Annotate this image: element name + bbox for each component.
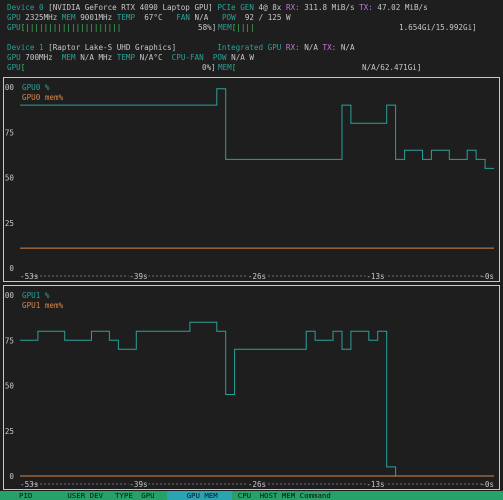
y-tick-label: 100 xyxy=(4,83,14,92)
x-tick-label: -39s xyxy=(129,480,147,489)
device0-temp-value: 67°C xyxy=(144,13,163,22)
col-dev[interactable]: DEV xyxy=(90,491,103,500)
device0-rx-label: RX: xyxy=(285,3,300,12)
device0-gen-label: GEN xyxy=(240,3,254,12)
col-user[interactable]: USER xyxy=(67,491,85,500)
device1-integrated-label: Integrated GPU xyxy=(217,43,282,52)
y-tick-label: 50 xyxy=(5,174,15,183)
y-tick-label: 0 xyxy=(9,264,14,273)
device0-util-bar: GPU[||||||||||||||||||||| xyxy=(7,23,121,33)
y-tick-label: 0 xyxy=(9,472,14,481)
device1-util-bar: GPU[ xyxy=(7,63,25,73)
col-pid[interactable]: PID xyxy=(19,491,32,500)
device1-title-line: Device 1 [Raptor Lake-S UHD Graphics] In… xyxy=(7,43,355,53)
gpu0-history-panel: 100 75 50 25 0 -53s -39s -26s -13s -0s GPU0 %GPU0 … xyxy=(3,77,500,282)
device0-fan-label: FAN xyxy=(176,13,190,22)
device1-temp-label: TEMP xyxy=(116,53,136,62)
device1-gpu-clock: 700MHz xyxy=(25,53,53,62)
device1-cpufan-label: CPU-FAN xyxy=(171,53,204,62)
device0-pow-label: POW xyxy=(221,13,236,22)
device0-util-bars: [||||||||||||||||||||| xyxy=(20,23,122,32)
device1-mem-bar-label: MEM xyxy=(218,63,232,72)
x-tick-label: -0s xyxy=(480,272,494,281)
legend-label: GPU0 % xyxy=(22,83,50,92)
y-tick-label: 25 xyxy=(5,427,14,436)
device0-mem-bars: [|||| xyxy=(231,23,255,32)
y-tick-label: 50 xyxy=(5,382,15,391)
device0-name: [NVIDIA GeForce RTX 4090 Laptop GPU] xyxy=(48,3,213,12)
device1-tx-value: N/A xyxy=(340,43,355,52)
device0-rx-value: 311.8 MiB/s xyxy=(304,3,355,12)
device1-pow-label: POW xyxy=(212,53,227,62)
device0-gpu-label: GPU xyxy=(7,13,21,22)
device0-temp-label: TEMP xyxy=(116,13,136,22)
x-tick-label: -0s xyxy=(480,480,494,489)
device0-mem-bar: MEM[|||| xyxy=(218,23,255,33)
x-tick-label: -13s xyxy=(366,480,384,489)
device0-util-label: GPU xyxy=(7,23,21,32)
process-table-header[interactable]: PID USER DEV TYPE GPU GPU MEM CPU HOST MEM C… xyxy=(0,491,503,500)
gpu0-history-chart: 100 75 50 25 0 -53s -39s -26s -13s -0s GPU0 %GPU0 … xyxy=(4,83,499,281)
device0-mem-label: MEM xyxy=(61,13,76,22)
series-line-gpu0- xyxy=(20,88,494,169)
col-gpu-mem-label: GPU MEM xyxy=(186,491,218,500)
x-tick-label: -53s xyxy=(20,272,38,281)
device1-stats-line: GPU 700MHz MEM N/A MHz TEMP N/A°C CPU-FA… xyxy=(7,53,254,63)
device1-util-value: 0%] xyxy=(202,63,216,72)
device1-temp-value: N/A°C xyxy=(139,53,163,62)
device0-label: Device 0 xyxy=(7,3,44,12)
device1-mem-clock: N/A MHz xyxy=(80,53,113,62)
device1-rx-label: RX: xyxy=(285,43,300,52)
legend-label: GPU0 mem% xyxy=(22,93,64,102)
device0-gpu-clock: 2325MHz xyxy=(25,13,58,22)
device1-mem-bar: MEM[ xyxy=(218,63,236,73)
device0-pow-value: 92 / 125 W xyxy=(244,13,291,22)
device0-fan-value: N/A xyxy=(194,13,209,22)
device1-label: Device 1 xyxy=(7,43,44,52)
x-tick-label: -26s xyxy=(248,480,266,489)
col-gpu[interactable]: GPU xyxy=(141,491,154,500)
gpu1-history-chart: 100 75 50 25 0 -53s -39s -26s -13s -0s GPU1 %GPU1 … xyxy=(4,291,499,489)
device0-tx-value: 47.02 MiB/s xyxy=(377,3,428,12)
col-cpu[interactable]: CPU xyxy=(238,491,251,500)
device1-mem-label: MEM xyxy=(61,53,76,62)
device0-util-value: 58%] xyxy=(198,23,217,32)
col-type[interactable]: TYPE xyxy=(115,491,133,500)
device0-tx-label: TX: xyxy=(359,3,373,12)
device1-tx-label: TX: xyxy=(322,43,337,52)
device0-gen-value: 4@ 8x xyxy=(258,3,282,12)
device1-name: [Raptor Lake-S UHD Graphics] xyxy=(48,43,177,52)
device1-mem-bars: [ xyxy=(231,63,237,72)
device1-rx-value: N/A xyxy=(304,43,318,52)
device1-util-label: GPU xyxy=(7,63,21,72)
device0-mem-bar-label: MEM xyxy=(218,23,232,32)
col-host-mem[interactable]: HOST MEM xyxy=(260,491,296,500)
y-tick-label: 100 xyxy=(4,291,14,300)
gpu1-history-panel: 100 75 50 25 0 -53s -39s -26s -13s -0s GPU1 %GPU1 … xyxy=(3,285,500,490)
device0-mem-clock: 9001MHz xyxy=(80,13,113,22)
legend-label: GPU1 % xyxy=(22,291,50,300)
series-line-gpu1- xyxy=(20,321,494,477)
x-tick-label: -26s xyxy=(248,272,266,281)
x-tick-label: -53s xyxy=(20,480,38,489)
col-command[interactable]: Command xyxy=(300,491,331,500)
x-tick-label: -13s xyxy=(366,272,384,281)
y-tick-label: 75 xyxy=(5,128,14,137)
x-tick-label: -39s xyxy=(129,272,147,281)
device1-pow-value: N/A W xyxy=(231,53,254,62)
device1-util-bars: [ xyxy=(20,63,26,72)
device0-mem-value: 1.654Gi/15.992Gi] xyxy=(399,23,477,32)
device0-title-line: Device 0 [NVIDIA GeForce RTX 4090 Laptop… xyxy=(7,3,428,13)
legend-label: GPU1 mem% xyxy=(22,301,64,310)
device0-stats-line: GPU 2325MHz MEM 9001MHz TEMP 67°C FAN N/… xyxy=(7,13,291,23)
device0-pcie-label: PCIe xyxy=(217,3,236,12)
y-tick-label: 75 xyxy=(5,336,14,345)
device1-gpu-label: GPU xyxy=(7,53,21,62)
y-tick-label: 25 xyxy=(5,219,14,228)
col-gpu-mem[interactable]: GPU MEM xyxy=(166,491,232,500)
device1-mem-value: N/A/62.471Gi] xyxy=(362,63,422,72)
